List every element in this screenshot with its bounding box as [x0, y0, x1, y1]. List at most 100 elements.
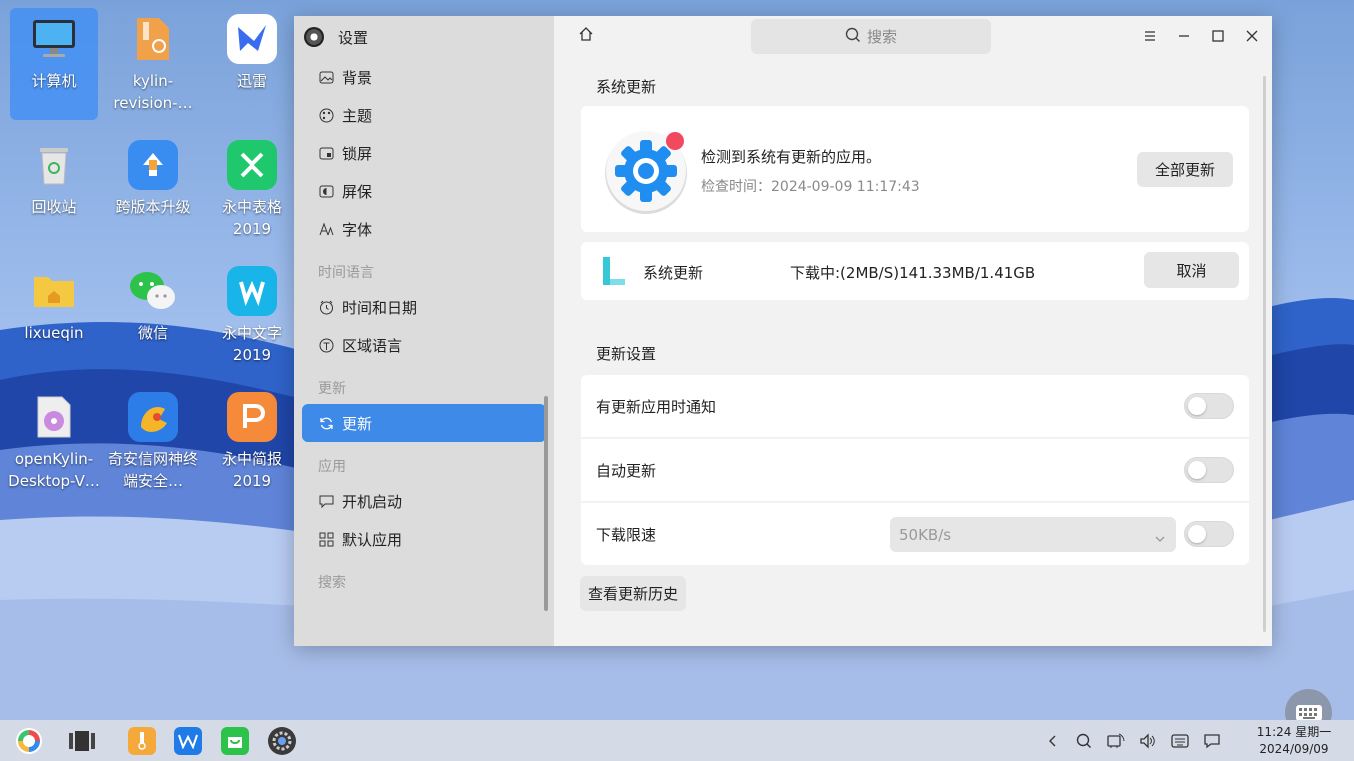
taskbar-wps-app[interactable] [174, 727, 202, 755]
setting-label: 有更新应用时通知 [596, 397, 717, 416]
update-status-text: 检测到系统有更新的应用。 [701, 148, 882, 166]
sidebar-item-theme[interactable]: 主题 [302, 96, 546, 134]
sidebar-item-autostart[interactable]: 开机启动 [302, 482, 546, 520]
desktop-icon-trash[interactable]: 回收站 [10, 134, 98, 246]
sidebar-item-background[interactable]: 背景 [302, 58, 546, 96]
notify-toggle[interactable] [1184, 393, 1234, 419]
clock-icon [318, 299, 334, 315]
cancel-button[interactable]: 取消 [1144, 252, 1239, 288]
tray-network-button[interactable] [1107, 732, 1125, 750]
desktop-icon-label: 奇安信网神终端安全… [107, 450, 198, 490]
folder-icon [29, 266, 79, 316]
sidebar-item-region-language[interactable]: 区域语言 [302, 326, 546, 364]
volume-icon [1140, 733, 1155, 749]
desktop-icon-label: openKylin-Desktop-V… [8, 450, 100, 490]
minimize-button[interactable] [1174, 26, 1194, 46]
speed-limit-value: 50KB/s [899, 525, 952, 544]
window-title: 设置 [338, 28, 369, 47]
clock-time: 11:24 星期一 [1256, 725, 1332, 739]
upgrade-icon [128, 140, 178, 190]
settings-sidebar: 设置 背景 主题 锁屏 屏保 字体 时间语言 时间和日期 区域语言 更新 更新 … [294, 16, 554, 646]
network-icon [1107, 733, 1125, 748]
settings-main: 搜索 系统更新 检测到系统有更新的应用。 检查时间：2024-09-09 11:… [554, 16, 1272, 646]
lockscreen-icon [318, 145, 334, 161]
sidebar-item-label: 默认应用 [342, 530, 403, 549]
store-icon [228, 737, 242, 748]
sidebar-group-search: 搜索 [318, 575, 346, 591]
desktop-icon-label: 永中表格 2019 [221, 198, 282, 238]
main-scrollbar[interactable] [1263, 76, 1266, 632]
desktop-icon-qianxin[interactable]: 奇安信网神终端安全… [108, 386, 198, 498]
wps-icon [178, 734, 198, 749]
tray-search-button[interactable] [1075, 732, 1093, 750]
desktop-icon-upgrade[interactable]: 跨版本升级 [109, 134, 197, 246]
gear-icon [272, 731, 292, 751]
xunlei-icon [227, 14, 277, 64]
sidebar-item-label: 时间和日期 [342, 298, 418, 317]
desktop-icon-label: 跨版本升级 [115, 198, 191, 216]
search-icon [845, 27, 861, 47]
update-all-button[interactable]: 全部更新 [1137, 152, 1233, 187]
desktop-icon-computer[interactable]: 计算机 [10, 8, 98, 120]
tray-input-method-button[interactable] [1171, 732, 1189, 750]
screensaver-icon [318, 183, 334, 199]
start-menu-button[interactable] [15, 727, 43, 755]
taskbar-clock[interactable]: 11:24 星期一 2024/09/09 [1244, 724, 1344, 758]
multitask-icon [69, 731, 95, 751]
desktop-icon-kylin-revision[interactable]: kylin-revision-… [109, 8, 197, 120]
speed-limit-toggle[interactable] [1184, 521, 1234, 547]
sidebar-scrollbar[interactable] [544, 396, 548, 611]
setting-row-notify: 有更新应用时通知 [581, 375, 1249, 437]
sidebar-item-screensaver[interactable]: 屏保 [302, 172, 546, 210]
tray-notification-button[interactable] [1203, 732, 1221, 750]
desktop-icon-label: 回收站 [31, 198, 77, 216]
sidebar-item-default-apps[interactable]: 默认应用 [302, 520, 546, 558]
menu-button[interactable] [1140, 26, 1160, 46]
chevron-left-icon [1049, 735, 1056, 747]
desktop-icon-home-folder[interactable]: lixueqin [10, 260, 98, 372]
default-apps-icon [318, 531, 334, 547]
desktop-icon-yozo-sheet[interactable]: 永中表格 2019 [208, 134, 296, 246]
search-input[interactable]: 搜索 [751, 19, 991, 54]
trash-icon [29, 140, 79, 190]
close-button[interactable] [1242, 26, 1262, 46]
sidebar-item-lockscreen[interactable]: 锁屏 [302, 134, 546, 172]
speed-limit-select[interactable]: 50KB/s [890, 517, 1176, 552]
refresh-icon [318, 415, 334, 431]
notification-icon [1204, 734, 1220, 749]
sidebar-item-label: 字体 [342, 220, 373, 239]
sidebar-item-label: 主题 [342, 106, 373, 125]
sidebar-item-font[interactable]: 字体 [302, 210, 546, 248]
auto-update-toggle[interactable] [1184, 457, 1234, 483]
desktop-icon-iso[interactable]: openKylin-Desktop-V… [8, 386, 100, 498]
keyboard-icon [1171, 734, 1189, 748]
taskbar-settings-app[interactable] [268, 727, 296, 755]
yozo-doc-icon [227, 266, 277, 316]
desktop-icon-wechat[interactable]: 微信 [109, 260, 197, 372]
sidebar-item-label: 锁屏 [342, 144, 373, 163]
desktop-icon-label: 永中文字 2019 [221, 324, 282, 364]
sidebar-item-update[interactable]: 更新 [302, 404, 546, 442]
tray-expand-button[interactable] [1043, 732, 1061, 750]
qianxin-icon [128, 392, 178, 442]
close-icon [1246, 30, 1258, 42]
sidebar-item-date-time[interactable]: 时间和日期 [302, 288, 546, 326]
palette-icon [318, 107, 334, 123]
desktop-icon-yozo-doc[interactable]: 永中文字 2019 [208, 260, 296, 372]
maximize-button[interactable] [1208, 26, 1228, 46]
tray-volume-button[interactable] [1139, 732, 1157, 750]
desktop-icon-label: 计算机 [31, 72, 77, 90]
taskbar-archive-app[interactable] [128, 727, 156, 755]
sidebar-item-label: 区域语言 [342, 336, 403, 355]
chevron-down-icon [1154, 529, 1166, 547]
home-icon[interactable] [578, 26, 598, 46]
region-icon [318, 337, 334, 353]
desktop-icon-yozo-ppt[interactable]: 永中简报 2019 [208, 386, 296, 498]
update-progress-row: 系统更新 下载中:(2MB/S)141.33MB/1.41GB 取消 [581, 242, 1249, 300]
sidebar-group-update: 更新 [318, 381, 346, 397]
desktop-icon-xunlei[interactable]: 迅雷 [208, 8, 296, 120]
update-history-button[interactable]: 查看更新历史 [580, 576, 686, 611]
multitask-view-button[interactable] [68, 727, 96, 755]
setting-row-speed-limit: 下载限速 50KB/s [581, 503, 1249, 565]
taskbar-software-store[interactable] [221, 727, 249, 755]
